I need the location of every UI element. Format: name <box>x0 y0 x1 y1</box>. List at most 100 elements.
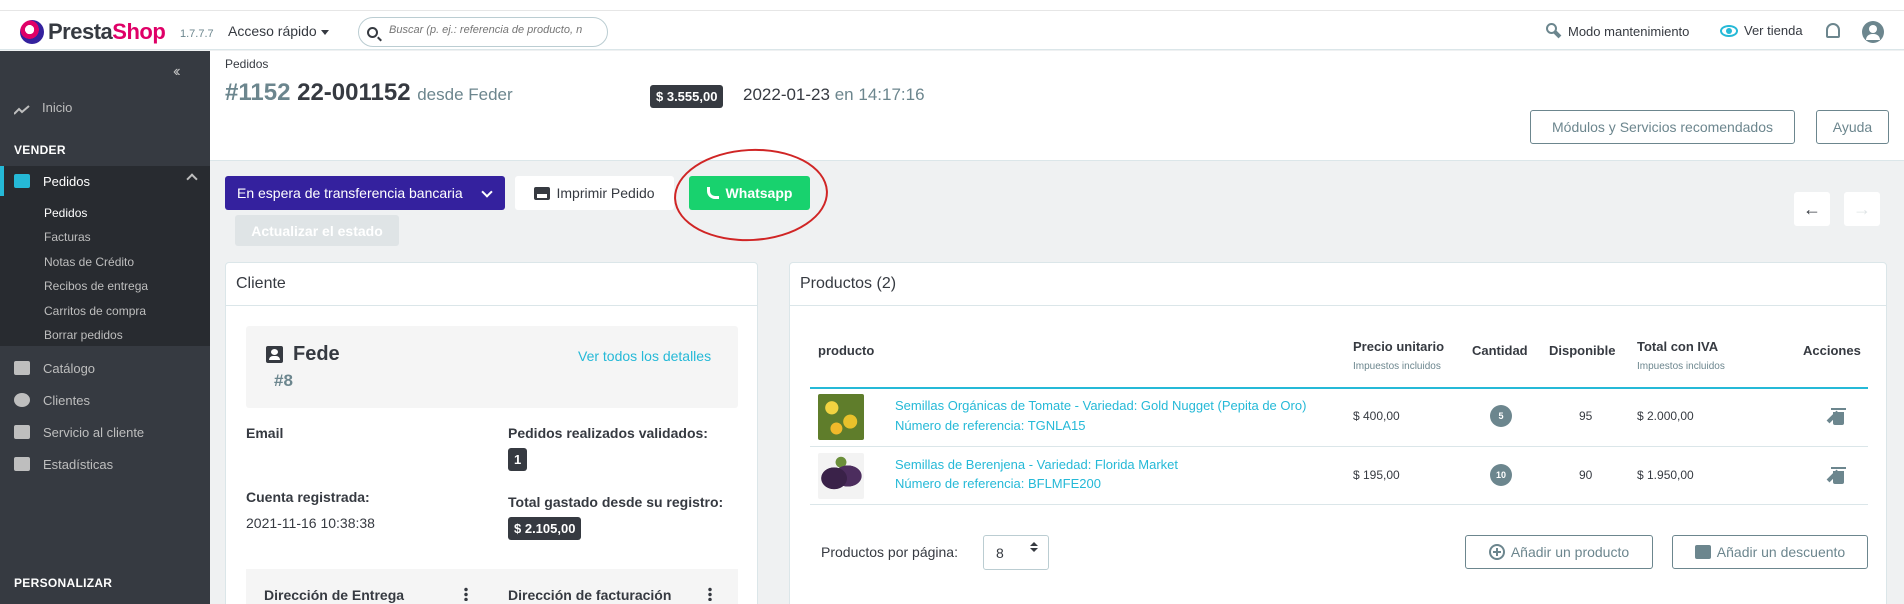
submenu-item-orders[interactable]: Pedidos <box>44 206 87 220</box>
valid-orders-label: Pedidos realizados validados: <box>508 425 708 441</box>
view-store-label: Ver tienda <box>1744 23 1803 38</box>
col-total: Total con IVA <box>1637 339 1719 354</box>
sidebar-item-home[interactable]: Inicio <box>13 100 73 115</box>
sidebar-item-label: Clientes <box>43 392 90 408</box>
update-status-button[interactable]: Actualizar el estado <box>235 215 399 246</box>
orders-submenu <box>0 196 210 346</box>
sidebar-item-stats[interactable]: Estadísticas <box>0 449 210 479</box>
product-reference: Número de referencia: BFLMFE200 <box>895 476 1101 491</box>
bar-chart-icon <box>14 457 30 471</box>
sidebar-section-sell: VENDER <box>14 143 66 157</box>
ticket-icon <box>1694 545 1711 559</box>
col-unit-price: Precio unitario <box>1353 339 1445 354</box>
wrench-icon <box>1546 23 1562 39</box>
product-image <box>818 453 864 499</box>
print-order-label: Imprimir Pedido <box>556 185 655 201</box>
order-reference: 22-001152 <box>297 79 411 106</box>
valid-orders-badge: 1 <box>508 448 528 471</box>
help-button[interactable]: Ayuda <box>1816 110 1889 144</box>
add-product-button[interactable]: Añadir un producto <box>1465 535 1653 569</box>
shipping-menu-icon[interactable] <box>464 587 468 601</box>
page-header: Pedidos #1152 22-001152 desde Feder $ 3.… <box>210 51 1904 161</box>
order-from: desde Feder <box>417 85 513 104</box>
col-unit-price-sub: Impuestos incluidos <box>1353 361 1441 372</box>
basket-icon <box>14 174 30 188</box>
app: PrestaShop 1.7.7.7 Acceso rápido Modo ma… <box>0 0 1904 604</box>
add-product-label: Añadir un producto <box>1510 544 1630 560</box>
billing-menu-icon[interactable] <box>708 587 712 601</box>
table-header-divider <box>810 387 1868 389</box>
product-available: 95 <box>1579 409 1593 423</box>
notifications-bell-icon[interactable] <box>1826 23 1840 38</box>
search-box[interactable] <box>358 17 608 47</box>
sidebar-item-label: Estadísticas <box>43 456 114 472</box>
product-image <box>818 394 864 440</box>
add-circle-icon <box>1488 544 1505 560</box>
collapse-sidebar-icon[interactable]: ‹‹ <box>173 63 180 81</box>
chat-icon <box>14 425 30 439</box>
order-date: 2022-01-23 en 14:17:16 <box>743 85 925 105</box>
brand-name: PrestaShop <box>48 19 166 44</box>
delete-trash-icon[interactable] <box>1831 408 1846 425</box>
add-discount-button[interactable]: Añadir un descuento <box>1672 535 1868 569</box>
add-discount-label: Añadir un descuento <box>1716 544 1846 560</box>
order-status-label: En espera de transferencia bancaria <box>237 185 463 201</box>
sidebar-item-label: Pedidos <box>43 173 90 189</box>
top-strip <box>0 0 1904 10</box>
previous-order-arrow-icon[interactable]: ← <box>1794 192 1830 226</box>
delete-trash-icon[interactable] <box>1831 467 1846 484</box>
user-avatar-icon[interactable] <box>1862 21 1884 43</box>
product-available: 90 <box>1579 468 1593 482</box>
brand-name-accent: Shop <box>112 19 166 44</box>
sidebar-item-orders[interactable]: Pedidos <box>0 166 210 196</box>
sidebar-item-catalog[interactable]: Catálogo <box>0 353 210 383</box>
order-total-badge: $ 3.555,00 <box>650 85 724 108</box>
per-page-label: Productos por página: <box>821 544 958 560</box>
order-number: #1152 <box>225 79 291 106</box>
recommended-modules-button[interactable]: Módulos y Servicios recomendados <box>1530 110 1795 144</box>
breadcrumb[interactable]: Pedidos <box>225 57 268 71</box>
sidebar-section-customize: PERSONALIZAR <box>14 576 113 590</box>
product-total: $ 2.000,00 <box>1637 409 1694 423</box>
search-input[interactable] <box>389 24 599 36</box>
sidebar-item-label: Inicio <box>42 100 73 115</box>
submenu-item-delete-orders[interactable]: Borrar pedidos <box>44 328 123 342</box>
col-product: producto <box>818 343 875 358</box>
sidebar: ‹‹ Inicio VENDER Pedidos Pedidos Factura… <box>0 51 210 604</box>
sidebar-item-customer-service[interactable]: Servicio al cliente <box>0 417 210 447</box>
submenu-item-credit-slips[interactable]: Notas de Crédito <box>44 255 134 269</box>
product-unit-price: $ 195,00 <box>1353 468 1400 482</box>
per-page-select[interactable]: 8 <box>983 535 1049 570</box>
submenu-item-carts[interactable]: Carritos de compra <box>44 304 146 318</box>
table-row-divider <box>810 504 1868 505</box>
maintenance-label: Modo mantenimiento <box>1568 23 1690 39</box>
customer-details-link[interactable]: Ver todos los detalles <box>578 348 711 364</box>
search-icon[interactable] <box>367 27 378 38</box>
eye-icon <box>1720 24 1738 37</box>
sidebar-item-customers[interactable]: Clientes <box>0 385 210 415</box>
submenu-item-invoices[interactable]: Facturas <box>44 230 91 244</box>
submenu-item-delivery-slips[interactable]: Recibos de entrega <box>44 279 148 293</box>
next-order-arrow-icon[interactable]: → <box>1844 192 1880 226</box>
version-label: 1.7.7.7 <box>180 28 214 40</box>
product-name-link[interactable]: Semillas Orgánicas de Tomate - Variedad:… <box>895 398 1306 413</box>
trending-icon <box>13 103 30 115</box>
table-row-divider <box>810 446 1868 447</box>
email-label: Email <box>246 425 284 441</box>
product-name-link[interactable]: Semillas de Berenjena - Variedad: Florid… <box>895 457 1178 472</box>
col-total-sub: Impuestos incluidos <box>1637 361 1725 372</box>
view-store-link[interactable]: Ver tienda <box>1720 23 1803 38</box>
brand-logo[interactable]: PrestaShop <box>20 19 166 45</box>
sidebar-item-label: Servicio al cliente <box>43 424 145 440</box>
maintenance-link[interactable]: Modo mantenimiento <box>1546 23 1689 39</box>
product-unit-price: $ 400,00 <box>1353 409 1400 423</box>
total-spent-label: Total gastado desde su registro: <box>508 494 724 510</box>
registered-value: 2021-11-16 10:38:38 <box>246 515 375 531</box>
print-order-button[interactable]: Imprimir Pedido <box>515 176 674 210</box>
person-icon <box>14 393 30 407</box>
shipping-address-label: Dirección de Entrega <box>264 587 405 603</box>
customer-card-title: Cliente <box>226 263 757 306</box>
order-status-select[interactable]: En espera de transferencia bancaria <box>225 176 505 210</box>
total-spent-badge: $ 2.105,00 <box>508 517 582 540</box>
quick-access-menu[interactable]: Acceso rápido <box>228 23 329 39</box>
